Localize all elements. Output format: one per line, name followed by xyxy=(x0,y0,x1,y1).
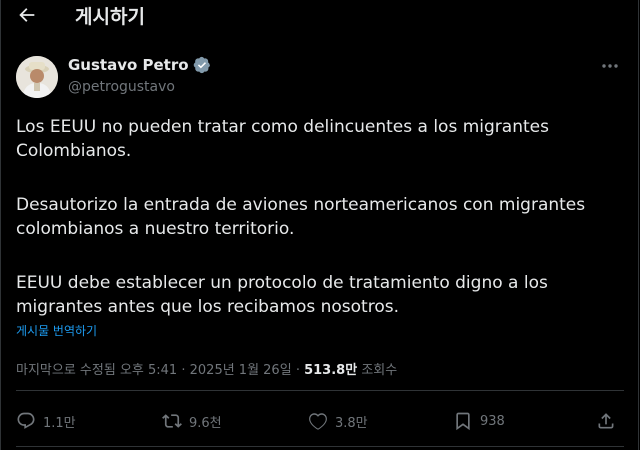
verified-badge-icon xyxy=(193,56,210,74)
view-count: 513.8만 xyxy=(304,363,358,378)
author-handle[interactable]: @petrogustavo xyxy=(68,79,175,95)
reply-button[interactable]: 1.1만 xyxy=(16,406,76,436)
tweet-paragraph: Los EEUU no pueden tratar como delincuen… xyxy=(16,117,549,161)
repost-count: 9.6천 xyxy=(189,415,222,431)
like-button[interactable]: 3.8만 xyxy=(308,406,368,436)
view-count-label: 조회수 xyxy=(361,363,398,378)
profile-avatar-image xyxy=(16,56,58,98)
action-bar: 1.1만 9.6천 3.8만 938 xyxy=(16,406,624,436)
meta-separator: · xyxy=(295,363,300,378)
tweet-paragraph: Desautorizo la entrada de aviones nortea… xyxy=(16,195,586,239)
top-bar: 게시하기 xyxy=(0,0,640,32)
post-date[interactable]: 2025년 1월 26일 xyxy=(190,363,292,378)
translate-post-link[interactable]: 게시물 번역하기 xyxy=(16,322,97,339)
divider xyxy=(16,390,624,391)
bookmark-count: 938 xyxy=(480,413,505,429)
tweet-paragraph: EEUU debe establecer un protocolo de tra… xyxy=(16,273,548,317)
more-horizontal-icon[interactable] xyxy=(600,58,620,74)
page-title: 게시하기 xyxy=(75,6,145,28)
reply-icon xyxy=(17,412,35,429)
divider xyxy=(16,446,624,447)
author-name-text[interactable]: Gustavo Petro xyxy=(68,56,189,74)
bookmark-button[interactable]: 938 xyxy=(453,406,505,436)
repost-icon xyxy=(162,414,182,428)
repost-button[interactable]: 9.6천 xyxy=(162,406,222,436)
avatar[interactable] xyxy=(16,56,58,98)
bookmark-icon xyxy=(456,412,470,431)
right-border xyxy=(638,0,639,450)
tweet-text: Los EEUU no pueden tratar como delincuen… xyxy=(16,115,626,319)
share-icon xyxy=(598,413,614,429)
reply-count: 1.1만 xyxy=(43,415,76,431)
author-name[interactable]: Gustavo Petro xyxy=(68,56,211,74)
post-metadata: 마지막으로 수정됨 오후 5:41 · 2025년 1월 26일 · 513.8… xyxy=(16,359,397,378)
arrow-left-icon[interactable] xyxy=(16,4,38,26)
meta-separator: · xyxy=(181,363,186,378)
like-heart-icon xyxy=(309,413,327,430)
share-button[interactable] xyxy=(596,406,616,436)
left-border xyxy=(0,0,1,450)
edited-time[interactable]: 마지막으로 수정됨 오후 5:41 xyxy=(16,363,177,378)
like-count: 3.8만 xyxy=(335,415,368,431)
